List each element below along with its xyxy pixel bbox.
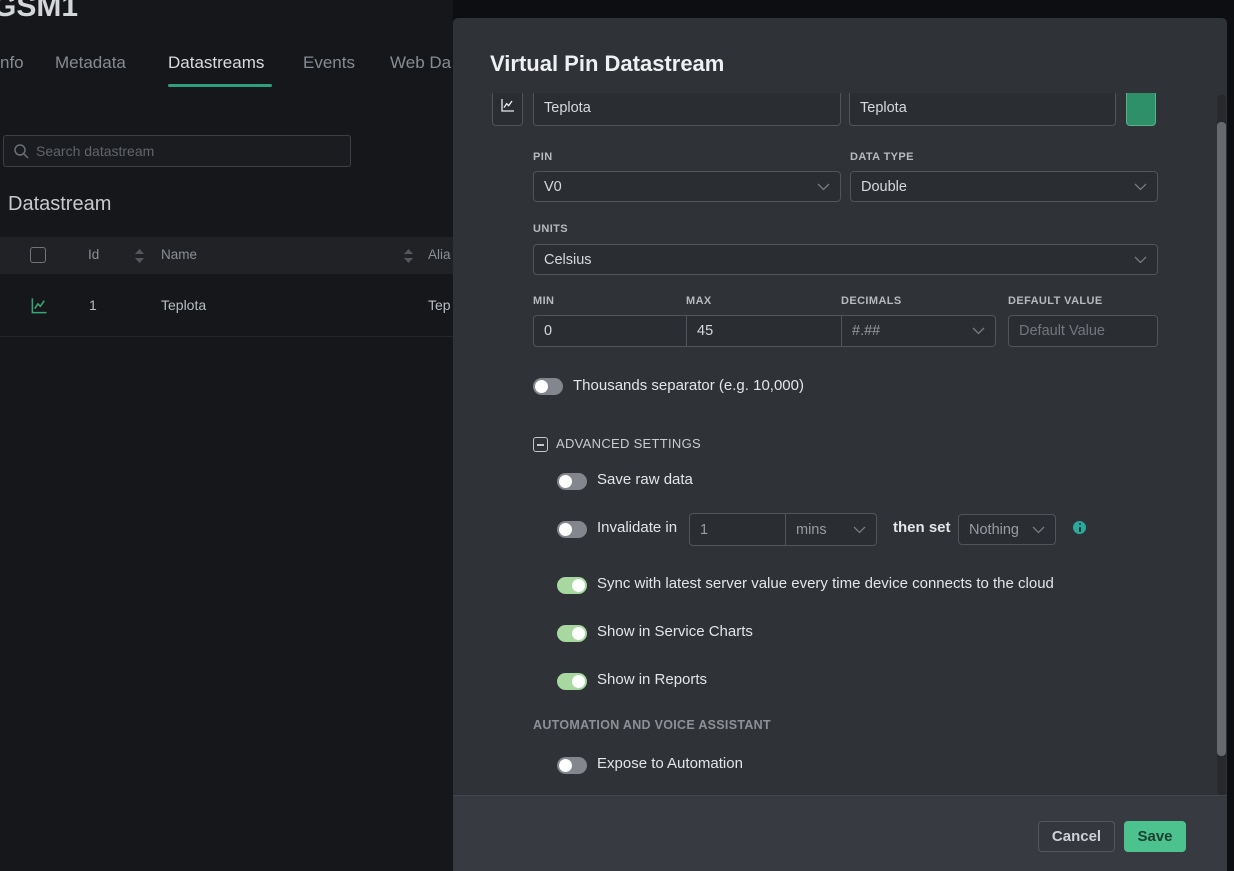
chevron-down-icon <box>1134 252 1147 268</box>
table-row[interactable]: 1 Teplota Tep <box>0 274 460 337</box>
save-raw-data-toggle[interactable] <box>557 473 587 490</box>
name-alias-row <box>453 93 1227 126</box>
device-title: GSM1 <box>0 0 78 24</box>
tab-info[interactable]: nfo <box>0 53 24 73</box>
column-name[interactable]: Name <box>161 247 197 262</box>
expose-to-automation-toggle[interactable] <box>557 757 587 774</box>
min-input[interactable] <box>533 315 687 347</box>
table-header: Id Name Alia <box>0 237 460 274</box>
modal-footer: Cancel Save <box>453 795 1227 871</box>
min-label: MIN <box>533 295 554 307</box>
pin-label: PIN <box>533 151 553 163</box>
column-alias[interactable]: Alia <box>428 247 451 262</box>
datastream-section-title: Datastream <box>8 193 111 216</box>
name-input[interactable] <box>533 93 841 126</box>
units-label: UNITS <box>533 223 568 235</box>
chevron-down-icon <box>853 522 866 538</box>
max-input[interactable] <box>686 315 842 347</box>
default-value-label: DEFAULT VALUE <box>1008 295 1103 307</box>
invalidate-unit-select[interactable]: mins <box>785 513 877 546</box>
show-in-reports-label: Show in Reports <box>597 671 707 688</box>
collapse-advanced-icon[interactable] <box>533 437 548 452</box>
save-button[interactable]: Save <box>1124 821 1186 852</box>
automation-voice-assistant-header: AUTOMATION AND VOICE ASSISTANT <box>533 718 771 732</box>
line-chart-icon <box>500 97 516 118</box>
data-type-select[interactable]: Double <box>850 171 1158 202</box>
invalidate-value-input[interactable] <box>689 513 786 546</box>
chevron-down-icon <box>1134 179 1147 195</box>
units-select[interactable]: Celsius <box>533 244 1158 275</box>
tab-web-dashboard[interactable]: Web Da <box>390 53 451 73</box>
default-value-input[interactable] <box>1008 315 1158 347</box>
row-name: Teplota <box>161 297 206 313</box>
modal-scrollbar-thumb[interactable] <box>1217 122 1226 756</box>
info-icon[interactable] <box>1073 521 1086 534</box>
search-input[interactable] <box>36 136 336 166</box>
modal-title: Virtual Pin Datastream <box>490 51 724 77</box>
search-box[interactable] <box>3 135 351 167</box>
tab-events[interactable]: Events <box>303 53 355 73</box>
then-set-value: Nothing <box>969 522 1032 538</box>
show-in-service-charts-toggle[interactable] <box>557 625 587 642</box>
pin-select[interactable]: V0 <box>533 171 841 202</box>
datastream-icon-button[interactable] <box>492 93 523 126</box>
color-swatch-button[interactable] <box>1126 93 1156 126</box>
thousands-separator-label: Thousands separator (e.g. 10,000) <box>573 377 804 394</box>
then-set-select[interactable]: Nothing <box>958 514 1056 545</box>
active-tab-underline <box>168 84 272 87</box>
virtual-pin-datastream-modal: Virtual Pin Datastream PIN DATA TYPE V0 … <box>453 18 1227 871</box>
sync-toggle[interactable] <box>557 577 587 594</box>
advanced-settings-header: ADVANCED SETTINGS <box>556 436 701 451</box>
pin-value: V0 <box>544 179 817 195</box>
save-raw-data-label: Save raw data <box>597 471 693 488</box>
cancel-button[interactable]: Cancel <box>1038 821 1115 852</box>
decimals-value: #.## <box>852 323 972 339</box>
units-value: Celsius <box>544 252 1134 268</box>
data-type-value: Double <box>861 179 1134 195</box>
invalidate-label: Invalidate in <box>597 519 677 536</box>
select-all-checkbox[interactable] <box>30 247 46 263</box>
alias-input[interactable] <box>849 93 1116 126</box>
chevron-down-icon <box>817 179 830 195</box>
row-alias: Tep <box>428 297 451 313</box>
row-id: 1 <box>89 297 97 313</box>
datastream-chart-icon <box>30 296 49 320</box>
max-label: MAX <box>686 295 712 307</box>
show-in-service-charts-label: Show in Service Charts <box>597 623 753 640</box>
chevron-down-icon <box>1032 522 1045 538</box>
show-in-reports-toggle[interactable] <box>557 673 587 690</box>
sort-name-icon[interactable] <box>404 249 413 268</box>
then-set-label: then set <box>893 519 951 536</box>
column-id[interactable]: Id <box>88 247 99 262</box>
invalidate-toggle[interactable] <box>557 521 587 538</box>
data-type-label: DATA TYPE <box>850 151 914 163</box>
search-icon <box>13 143 30 165</box>
decimals-select[interactable]: #.## <box>841 315 996 347</box>
sync-label: Sync with latest server value every time… <box>597 575 1054 592</box>
tab-datastreams[interactable]: Datastreams <box>168 53 264 73</box>
thousands-separator-toggle[interactable] <box>533 378 563 395</box>
decimals-label: DECIMALS <box>841 295 902 307</box>
tab-metadata[interactable]: Metadata <box>55 53 126 73</box>
chevron-down-icon <box>972 323 985 339</box>
invalidate-unit-value: mins <box>796 522 853 538</box>
sort-id-icon[interactable] <box>135 249 144 268</box>
expose-to-automation-label: Expose to Automation <box>597 755 743 772</box>
